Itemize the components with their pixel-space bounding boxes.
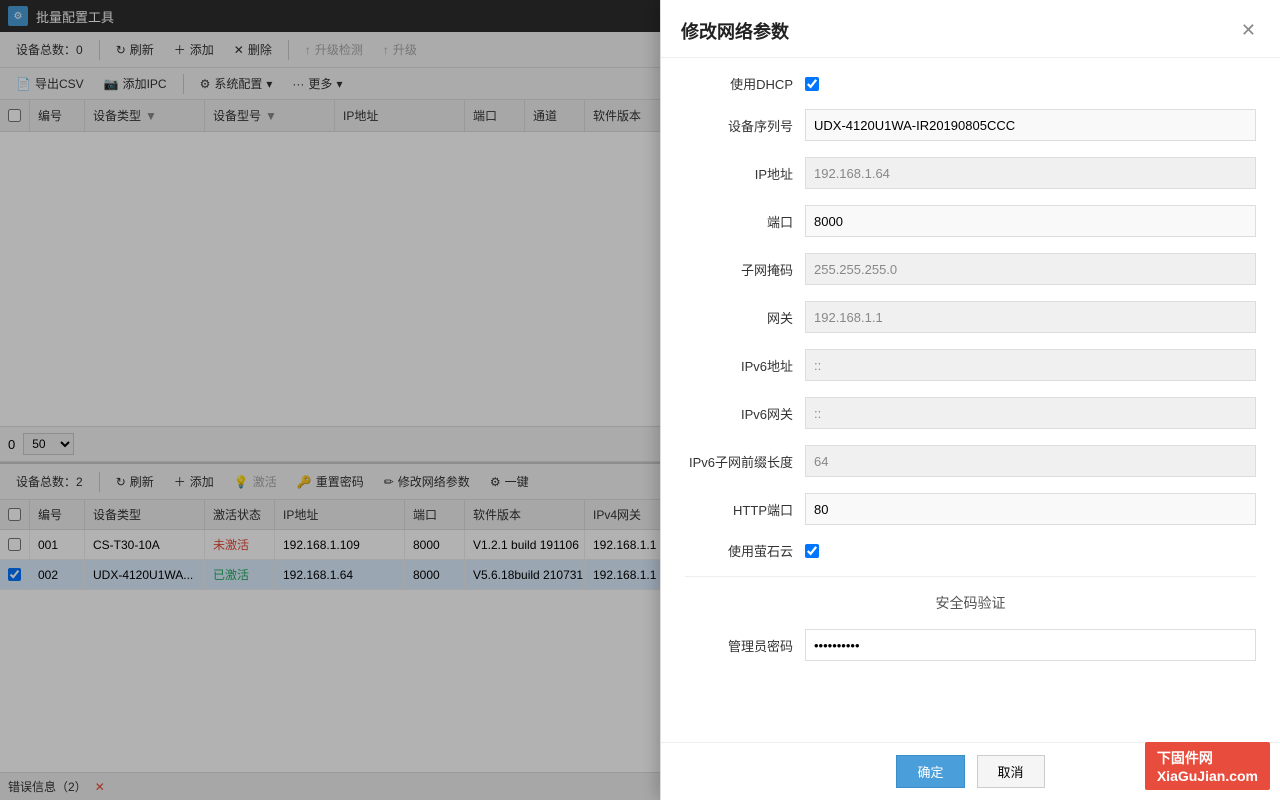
security-section-title: 安全码验证: [685, 593, 1256, 613]
port-row: 端口: [685, 205, 1256, 237]
use-cloud-label: 使用萤石云: [685, 541, 805, 560]
device-serial-input[interactable]: [805, 109, 1256, 141]
ip-input[interactable]: [805, 157, 1256, 189]
use-dhcp-row: 使用DHCP: [685, 74, 1256, 93]
http-port-row: HTTP端口: [685, 493, 1256, 525]
admin-pwd-label: 管理员密码: [685, 636, 805, 655]
ipv6-gateway-label: IPv6网关: [685, 404, 805, 423]
confirm-button[interactable]: 确定: [896, 755, 964, 788]
port-label: 端口: [685, 212, 805, 231]
subnet-input[interactable]: [805, 253, 1256, 285]
gateway-input[interactable]: [805, 301, 1256, 333]
device-serial-label: 设备序列号: [685, 116, 805, 135]
subnet-label: 子网掩码: [685, 260, 805, 279]
main-content: 编号 设备类型 ▼ 设备型号 ▼ IP地址 端口 通道 软件版本 0 50 20…: [0, 100, 1280, 800]
ipv6-prefix-label: IPv6子网前缀长度: [685, 452, 805, 471]
use-dhcp-label: 使用DHCP: [685, 74, 805, 93]
ipv6-input[interactable]: [805, 349, 1256, 381]
ip-label: IP地址: [685, 164, 805, 183]
modal-dialog: 修改网络参数 ✕ 使用DHCP 设备序列号 IP地址 端口: [660, 0, 1280, 800]
section-divider: [685, 576, 1256, 577]
http-port-input[interactable]: [805, 493, 1256, 525]
admin-pwd-row: 管理员密码: [685, 629, 1256, 661]
watermark-line2: XiaGuJian.com: [1157, 768, 1258, 784]
modal-close-button[interactable]: ✕: [1237, 16, 1260, 45]
ipv6-gateway-row: IPv6网关: [685, 397, 1256, 429]
use-cloud-row: 使用萤石云: [685, 541, 1256, 560]
gateway-row: 网关: [685, 301, 1256, 333]
modal-title: 修改网络参数: [681, 18, 789, 44]
admin-pwd-input[interactable]: [805, 629, 1256, 661]
watermark: 下固件网 XiaGuJian.com: [1145, 742, 1270, 790]
modal-header: 修改网络参数 ✕: [661, 0, 1280, 58]
ipv6-label: IPv6地址: [685, 356, 805, 375]
ip-address-row: IP地址: [685, 157, 1256, 189]
ipv6-prefix-row: IPv6子网前缀长度: [685, 445, 1256, 477]
gateway-label: 网关: [685, 308, 805, 327]
port-input[interactable]: [805, 205, 1256, 237]
subnet-row: 子网掩码: [685, 253, 1256, 285]
use-dhcp-checkbox[interactable]: [805, 77, 819, 91]
device-serial-row: 设备序列号: [685, 109, 1256, 141]
ipv6-row: IPv6地址: [685, 349, 1256, 381]
ipv6-gateway-input[interactable]: [805, 397, 1256, 429]
modal-body: 使用DHCP 设备序列号 IP地址 端口 子网掩码: [661, 58, 1280, 742]
ipv6-prefix-input[interactable]: [805, 445, 1256, 477]
cancel-button[interactable]: 取消: [977, 755, 1045, 788]
watermark-line1: 下固件网: [1157, 748, 1258, 768]
use-cloud-checkbox[interactable]: [805, 544, 819, 558]
http-port-label: HTTP端口: [685, 500, 805, 519]
